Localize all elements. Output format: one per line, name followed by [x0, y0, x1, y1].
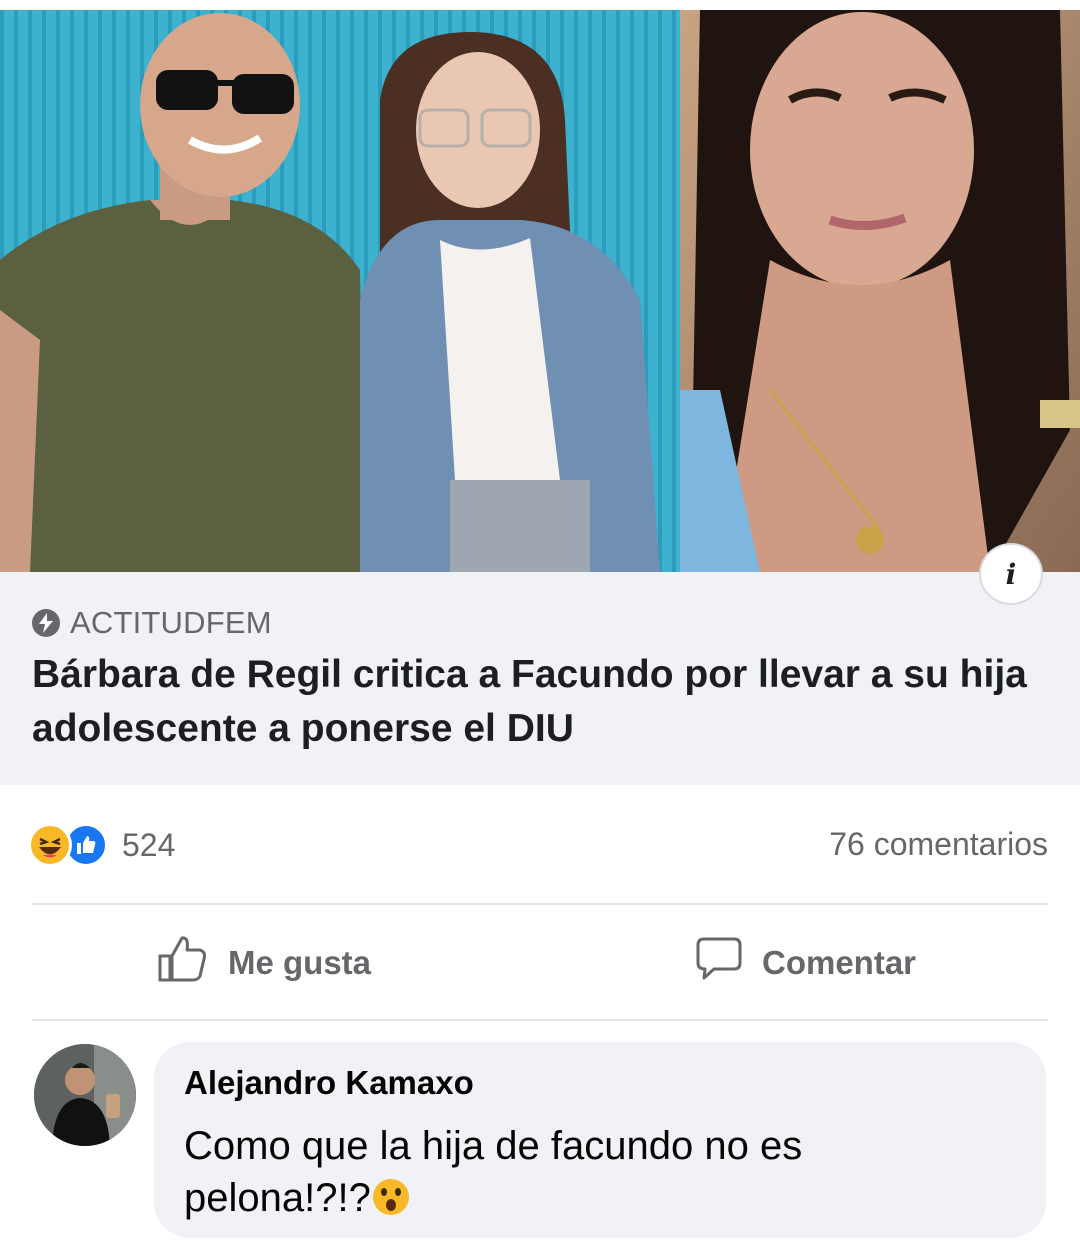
link-source: ACTITUDFEM [32, 605, 272, 640]
avatar[interactable] [34, 1044, 136, 1146]
comment-author-name[interactable]: Alejandro Kamaxo [184, 1064, 474, 1102]
like-button[interactable]: Me gusta [156, 935, 371, 991]
comments-count-link[interactable]: 76 comentarios [829, 826, 1048, 863]
reaction-count: 524 [122, 826, 176, 863]
haha-icon [28, 823, 72, 867]
reaction-icons [28, 823, 108, 867]
speech-bubble-icon [694, 934, 744, 992]
photo-woman [680, 10, 1080, 572]
comment-button[interactable]: Comentar [694, 935, 916, 991]
like-button-label: Me gusta [228, 944, 372, 981]
lightning-bolt-icon [32, 609, 60, 637]
link-preview-image[interactable] [0, 10, 1080, 572]
divider [32, 903, 1048, 905]
comment-bubble: Alejandro Kamaxo Como que la hija de fac… [154, 1042, 1046, 1238]
astonished-face-icon [371, 1177, 411, 1217]
divider [32, 1019, 1048, 1021]
reactions-summary[interactable]: 524 [28, 822, 175, 868]
thumbs-up-icon [156, 932, 210, 994]
comment-text: Como que la hija de facundo no es pelona… [184, 1120, 984, 1224]
comment-button-label: Comentar [762, 944, 917, 981]
info-icon[interactable]: i [979, 543, 1043, 605]
source-domain: ACTITUDFEM [70, 605, 272, 640]
article-headline[interactable]: Bárbara de Regil critica a Facundo por l… [32, 648, 1042, 756]
facebook-post: i ACTITUDFEM Bárbara de Regil critica a … [0, 0, 1080, 1251]
comment-text-body: Como que la hija de facundo no es pelona… [184, 1124, 803, 1220]
